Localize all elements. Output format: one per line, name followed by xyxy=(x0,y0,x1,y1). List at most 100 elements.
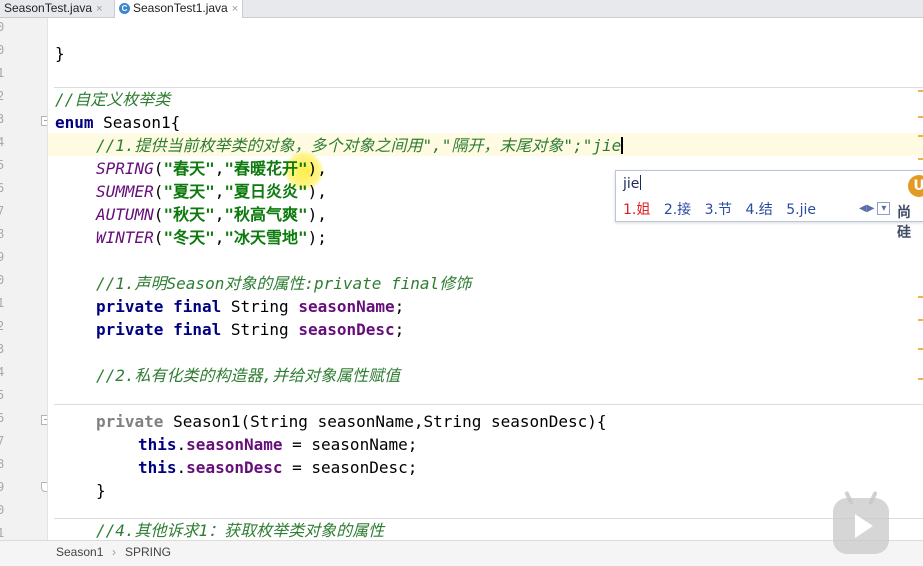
ime-composition: jie xyxy=(623,175,642,192)
line-number: 1 xyxy=(0,296,9,310)
enum-constant-line: SPRING("春天","春暖花开"), xyxy=(96,159,327,178)
field-declaration: private final String seasonDesc; xyxy=(96,320,405,339)
enum-constant: WINTER xyxy=(96,228,154,247)
punctuation: ), xyxy=(307,205,327,224)
fold-toggle-icon[interactable]: − xyxy=(41,415,47,425)
line-number: 6 xyxy=(0,411,9,425)
video-play-button[interactable] xyxy=(833,490,889,554)
brace: } xyxy=(55,44,65,63)
fold-end-icon[interactable] xyxy=(41,482,47,492)
error-stripe-marker[interactable] xyxy=(918,158,923,160)
method-separator xyxy=(54,87,923,88)
string-literal: "夏天" xyxy=(163,182,215,201)
ime-candidate[interactable]: 3.节 xyxy=(705,202,732,218)
ime-input-text: jie xyxy=(623,176,640,192)
breadcrumb-item[interactable]: Season1 xyxy=(56,541,103,563)
ime-logo-icon: U xyxy=(908,175,923,197)
constructor: Season1(String seasonName,String seasonD… xyxy=(173,412,607,431)
enum-constant-line: WINTER("冬天","冰天雪地"); xyxy=(96,228,327,247)
constructor-signature: private Season1(String seasonName,String… xyxy=(96,410,607,433)
tab-seasontest[interactable]: SeasonTest.java × xyxy=(0,0,107,17)
line-number: 0 xyxy=(0,43,9,57)
code-line: //自定义枚举类 xyxy=(55,88,170,111)
line-number: 9 xyxy=(0,250,9,264)
expand-down-icon[interactable]: ▾ xyxy=(877,202,891,215)
breadcrumb-item[interactable]: SPRING xyxy=(125,541,171,563)
ime-candidates: 1.姐 2.接 3.节 4.结 5.jie xyxy=(623,199,825,219)
close-icon[interactable]: × xyxy=(96,3,102,15)
error-stripe-marker[interactable] xyxy=(918,116,923,118)
comment: //自定义枚举类 xyxy=(55,90,171,109)
line-number: 9 xyxy=(0,480,9,494)
enum-constant: SUMMER xyxy=(96,182,154,201)
line-number: 4 xyxy=(0,135,9,149)
keyword-this: this xyxy=(138,435,177,454)
code-editor[interactable]: } //自定义枚举类 enum Season1{ //1.提供当前枚举类的对象，… xyxy=(48,18,923,540)
type-name: String xyxy=(230,320,289,339)
line-number: 7 xyxy=(0,204,9,218)
keyword-enum: enum xyxy=(55,113,94,132)
string-literal: "秋天" xyxy=(163,205,215,224)
line-number: 6 xyxy=(0,181,9,195)
keyword-private: private xyxy=(96,412,164,431)
error-stripe-marker[interactable] xyxy=(918,319,923,321)
line-number: 8 xyxy=(0,227,9,241)
error-stripe-marker[interactable] xyxy=(918,135,923,137)
type-name: String xyxy=(230,297,289,316)
string-literal: "冬天" xyxy=(163,228,215,247)
field-name: seasonName xyxy=(186,435,283,454)
fold-toggle-icon[interactable]: − xyxy=(41,116,47,126)
play-icon xyxy=(855,514,873,538)
keyword-final: final xyxy=(173,320,222,339)
ime-candidate-popup: jie 1.姐 2.接 3.节 4.结 5.jie ◀▶ ▾ U 尚硅 xyxy=(615,170,923,241)
comment: //2.私有化类的构造器,并给对象属性赋值 xyxy=(96,366,401,385)
error-stripe-marker[interactable] xyxy=(918,90,923,92)
ime-candidate[interactable]: 5.jie xyxy=(786,202,816,218)
code-line: } xyxy=(96,479,106,502)
tab-label: SeasonTest.java xyxy=(4,1,93,15)
ime-candidate[interactable]: 4.结 xyxy=(745,202,772,218)
brand-watermark: 尚硅 xyxy=(897,205,912,241)
error-stripe-marker[interactable] xyxy=(918,348,923,350)
java-class-icon: C xyxy=(119,3,130,15)
assignment: = seasonDesc; xyxy=(282,458,418,477)
line-number: 0 xyxy=(0,20,9,34)
line-number: 5 xyxy=(0,158,9,172)
ime-candidate[interactable]: 1.姐 xyxy=(623,202,650,218)
enum-constant: AUTUMN xyxy=(96,205,154,224)
code-line: } xyxy=(55,42,65,65)
line-number: 5 xyxy=(0,388,9,402)
brace: } xyxy=(96,481,106,500)
page-next-icon[interactable]: ▶ xyxy=(867,203,875,214)
line-number: 0 xyxy=(0,273,9,287)
text-caret xyxy=(621,137,624,154)
line-number-gutter[interactable]: 0 0 1 2 3 4 5 6 7 8 9 0 1 2 3 4 5 6 7 8 … xyxy=(0,18,48,540)
field-name: seasonName xyxy=(298,297,395,316)
string-literal: "冰天雪地" xyxy=(224,228,308,247)
string-literal: "秋高气爽" xyxy=(224,205,308,224)
tab-seasontest1[interactable]: C SeasonTest1.java × xyxy=(114,0,244,18)
page-prev-icon[interactable]: ◀ xyxy=(859,203,867,214)
field-declaration: private final String seasonName; xyxy=(96,297,405,316)
comment: //4.其他诉求1：获取枚举类对象的属性 xyxy=(96,521,385,540)
line-number: 2 xyxy=(0,319,9,333)
code-line: //1.声明Season对象的属性:private final修饰 xyxy=(96,272,471,295)
ime-caret xyxy=(640,175,642,190)
field-name: seasonDesc xyxy=(186,458,283,477)
code-line-current: //1.提供当前枚举类的对象，多个对象之间用","隔开，末尾对象";"jie xyxy=(96,134,624,157)
ime-candidate[interactable]: 2.接 xyxy=(664,202,691,218)
close-icon[interactable]: × xyxy=(232,3,238,15)
comment: //1.提供当前枚举类的对象，多个对象之间用","隔开，末尾对象";"jie xyxy=(96,136,622,155)
tab-label: SeasonTest1.java xyxy=(133,1,228,15)
assignment-line: this.seasonDesc = seasonDesc; xyxy=(138,458,418,477)
line-number: 8 xyxy=(0,457,9,471)
keyword-final: final xyxy=(173,297,222,316)
error-stripe-marker[interactable] xyxy=(918,296,923,298)
line-number: 3 xyxy=(0,112,9,126)
error-stripe-marker[interactable] xyxy=(918,378,923,380)
code-line: enum Season1{ xyxy=(55,111,180,134)
line-number: 1 xyxy=(0,526,9,540)
method-separator xyxy=(54,404,923,405)
line-number: 0 xyxy=(0,503,9,517)
punctuation: ); xyxy=(307,228,327,247)
